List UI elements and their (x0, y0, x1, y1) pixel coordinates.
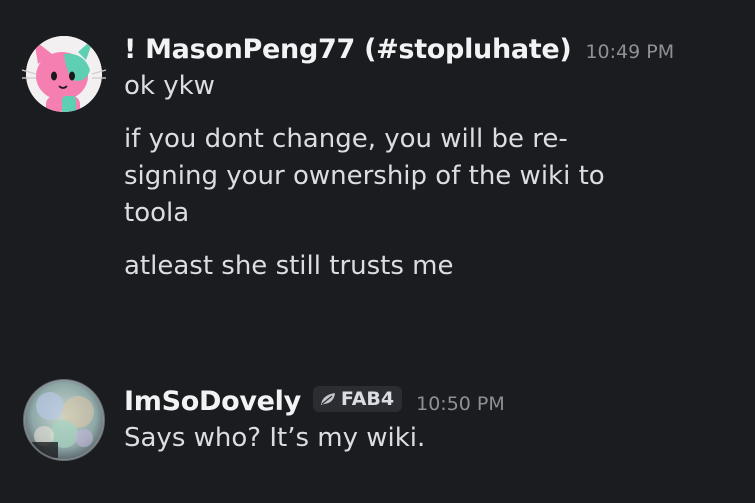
message-content: ! MasonPeng77 (#stopluhate) 10:49 PM ok … (124, 34, 745, 285)
username[interactable]: ImSoDovely (124, 386, 301, 417)
message-text: Says who? It’s my wiki. (124, 423, 426, 453)
message-content: ImSoDovely FAB4 10:50 PM Says who? It’s … (124, 386, 745, 457)
server-tag-label: FAB4 (340, 388, 395, 410)
leaf-icon (320, 393, 335, 405)
bubble-collage-avatar-icon (23, 379, 105, 461)
timestamp[interactable]: 10:49 PM (585, 41, 674, 63)
pink-cat-avatar-icon (21, 36, 107, 112)
username[interactable]: ! MasonPeng77 (#stopluhate) (124, 34, 572, 65)
timestamp[interactable]: 10:50 PM (416, 393, 505, 415)
message-header: ! MasonPeng77 (#stopluhate) 10:49 PM (124, 34, 745, 65)
message-text: ok ykw (124, 71, 215, 101)
avatar-masonpeng77[interactable] (20, 30, 108, 118)
message-header: ImSoDovely FAB4 10:50 PM (124, 386, 745, 417)
message-text: atleast she still trusts me (124, 251, 454, 281)
server-tag[interactable]: FAB4 (312, 386, 403, 412)
avatar-imsodovely[interactable] (20, 376, 108, 464)
message-text: if you dont change, you will be re- sign… (124, 124, 605, 228)
